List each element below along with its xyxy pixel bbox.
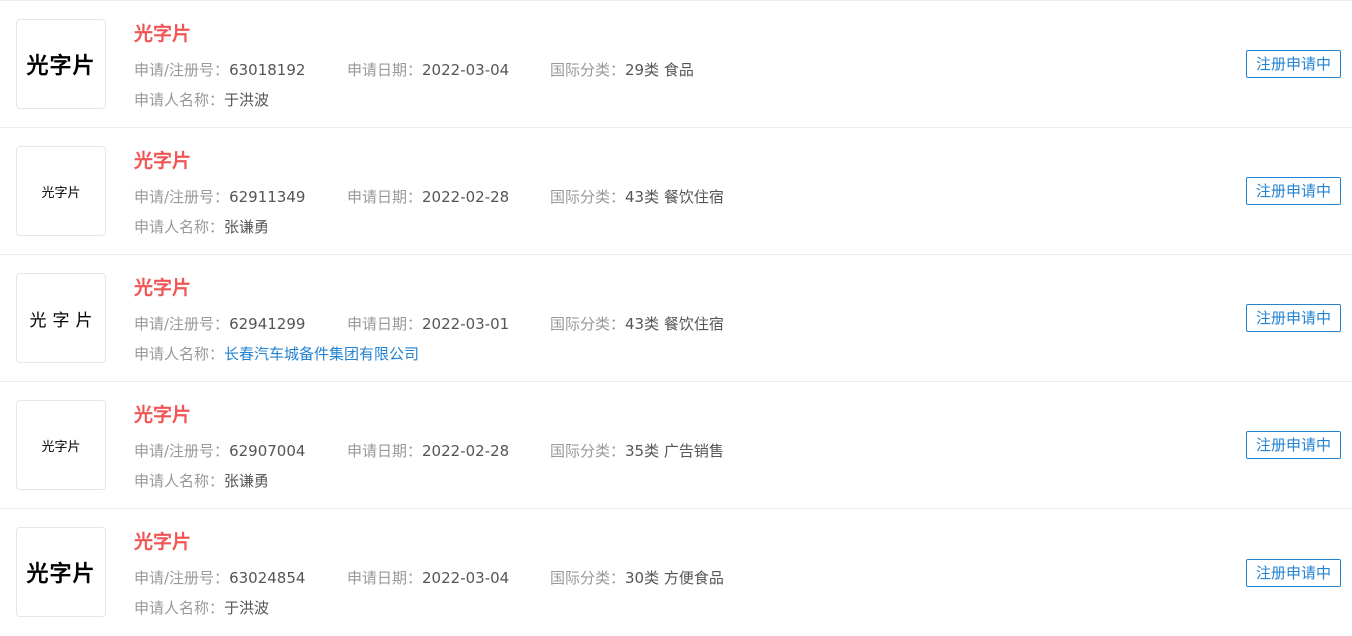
applicant-label: 申请人名称： <box>134 472 225 490</box>
apply-date-field: 申请日期：2022-03-01 <box>347 309 550 339</box>
applicant-value: 张谦勇 <box>224 218 270 236</box>
trademark-name-link[interactable]: 光字片 <box>134 275 1152 301</box>
apply-date-value: 2022-03-04 <box>422 569 510 587</box>
apply-date-value: 2022-02-28 <box>422 188 510 206</box>
intl-class-field: 国际分类：43类 餐饮住宿 <box>550 182 724 212</box>
trademark-row: 光字片 光字片 申请/注册号：62941299 申请日期：2022-03-01 国际… <box>0 255 1352 382</box>
applicant-value: 张谦勇 <box>224 472 270 490</box>
trademark-info: 光字片 申请/注册号：62907004 申请日期：2022-02-28 国际分类：3… <box>134 402 1152 496</box>
intl-class-field: 国际分类：29类 食品 <box>550 55 694 85</box>
apply-date-value: 2022-02-28 <box>422 442 510 460</box>
apply-date-label: 申请日期： <box>347 315 423 333</box>
trademark-row: 光字片 光字片 申请/注册号：63018192 申请日期：2022-03-04 国际… <box>0 1 1352 128</box>
apply-date-value: 2022-03-01 <box>422 315 510 333</box>
reg-no-field: 申请/注册号：62907004 <box>134 436 347 466</box>
status-button-registering[interactable]: 注册申请中 <box>1245 558 1341 587</box>
trademark-row: 光字片 光字片 申请/注册号：63024854 申请日期：2022-03-04 国际… <box>0 509 1352 636</box>
trademark-meta-line: 申请/注册号：62911349 申请日期：2022-02-28 国际分类：43类 餐… <box>134 182 1152 212</box>
applicant-line: 申请人名称：于洪波 <box>134 593 1152 623</box>
apply-date-label: 申请日期： <box>347 188 423 206</box>
intl-class-value: 30类 方便食品 <box>625 569 724 587</box>
applicant-value: 于洪波 <box>224 599 270 617</box>
intl-class-label: 国际分类： <box>550 61 626 79</box>
reg-no-value: 62911349 <box>229 188 306 206</box>
trademark-logo-image[interactable]: 光字片 <box>16 19 106 109</box>
applicant-label: 申请人名称： <box>134 218 225 236</box>
applicant-line: 申请人名称：于洪波 <box>134 85 1152 115</box>
trademark-logo-image[interactable]: 光字片 <box>16 273 106 363</box>
reg-no-value: 62941299 <box>229 315 306 333</box>
apply-date-label: 申请日期： <box>347 61 423 79</box>
intl-class-field: 国际分类：43类 餐饮住宿 <box>550 309 724 339</box>
trademark-meta-line: 申请/注册号：63018192 申请日期：2022-03-04 国际分类：29类 食… <box>134 55 1152 85</box>
status-button-registering[interactable]: 注册申请中 <box>1245 431 1341 459</box>
intl-class-label: 国际分类： <box>550 188 626 206</box>
status-button-registering[interactable]: 注册申请中 <box>1245 50 1341 78</box>
trademark-meta-line: 申请/注册号：62907004 申请日期：2022-02-28 国际分类：35类 广… <box>134 436 1152 466</box>
intl-class-value: 43类 餐饮住宿 <box>625 188 724 206</box>
intl-class-value: 43类 餐饮住宿 <box>625 315 724 333</box>
reg-no-field: 申请/注册号：62941299 <box>134 309 347 339</box>
reg-no-field: 申请/注册号：63024854 <box>134 563 347 593</box>
applicant-value: 于洪波 <box>224 91 270 109</box>
apply-date-label: 申请日期： <box>347 442 423 460</box>
trademark-result-list: 光字片 光字片 申请/注册号：63018192 申请日期：2022-03-04 国际… <box>0 0 1352 626</box>
apply-date-field: 申请日期：2022-02-28 <box>347 436 550 466</box>
intl-class-label: 国际分类： <box>550 315 626 333</box>
trademark-row: 光字片 光字片 申请/注册号：62911349 申请日期：2022-02-28 国际… <box>0 128 1352 255</box>
reg-no-label: 申请/注册号： <box>134 188 230 206</box>
applicant-label: 申请人名称： <box>134 91 225 109</box>
trademark-name-link[interactable]: 光字片 <box>134 529 1152 555</box>
apply-date-field: 申请日期：2022-03-04 <box>347 55 550 85</box>
trademark-name-link[interactable]: 光字片 <box>134 148 1152 174</box>
trademark-info: 光字片 申请/注册号：63024854 申请日期：2022-03-04 国际分类：3… <box>134 529 1152 623</box>
reg-no-value: 63018192 <box>229 61 306 79</box>
applicant-line: 申请人名称：长春汽车城备件集团有限公司 <box>134 339 1152 369</box>
reg-no-field: 申请/注册号：62911349 <box>134 182 347 212</box>
intl-class-value: 35类 广告销售 <box>625 442 724 460</box>
trademark-logo-image[interactable]: 光字片 <box>16 400 106 490</box>
intl-class-label: 国际分类： <box>550 442 626 460</box>
intl-class-field: 国际分类：35类 广告销售 <box>550 436 724 466</box>
trademark-name-link[interactable]: 光字片 <box>134 21 1152 47</box>
applicant-link[interactable]: 长春汽车城备件集团有限公司 <box>224 345 419 363</box>
intl-class-field: 国际分类：30类 方便食品 <box>550 563 724 593</box>
apply-date-label: 申请日期： <box>347 569 423 587</box>
trademark-info: 光字片 申请/注册号：63018192 申请日期：2022-03-04 国际分类：2… <box>134 21 1152 115</box>
reg-no-value: 62907004 <box>229 442 306 460</box>
trademark-row: 光字片 光字片 申请/注册号：62907004 申请日期：2022-02-28 国际… <box>0 382 1352 509</box>
trademark-meta-line: 申请/注册号：63024854 申请日期：2022-03-04 国际分类：30类 方… <box>134 563 1152 593</box>
trademark-name-link[interactable]: 光字片 <box>134 402 1152 428</box>
status-button-registering[interactable]: 注册申请中 <box>1245 177 1341 205</box>
trademark-info: 光字片 申请/注册号：62911349 申请日期：2022-02-28 国际分类：4… <box>134 148 1152 242</box>
trademark-meta-line: 申请/注册号：62941299 申请日期：2022-03-01 国际分类：43类 餐… <box>134 309 1152 339</box>
trademark-logo-image[interactable]: 光字片 <box>16 146 106 236</box>
apply-date-field: 申请日期：2022-03-04 <box>347 563 550 593</box>
apply-date-field: 申请日期：2022-02-28 <box>347 182 550 212</box>
applicant-label: 申请人名称： <box>134 599 225 617</box>
reg-no-label: 申请/注册号： <box>134 442 230 460</box>
reg-no-label: 申请/注册号： <box>134 569 230 587</box>
applicant-label: 申请人名称： <box>134 345 225 363</box>
applicant-line: 申请人名称：张谦勇 <box>134 212 1152 242</box>
reg-no-value: 63024854 <box>229 569 306 587</box>
trademark-logo-image[interactable]: 光字片 <box>16 527 106 617</box>
trademark-info: 光字片 申请/注册号：62941299 申请日期：2022-03-01 国际分类：4… <box>134 275 1152 369</box>
apply-date-value: 2022-03-04 <box>422 61 510 79</box>
applicant-line: 申请人名称：张谦勇 <box>134 466 1152 496</box>
reg-no-label: 申请/注册号： <box>134 315 230 333</box>
reg-no-label: 申请/注册号： <box>134 61 230 79</box>
intl-class-label: 国际分类： <box>550 569 626 587</box>
status-button-registering[interactable]: 注册申请中 <box>1245 304 1341 332</box>
intl-class-value: 29类 食品 <box>625 61 694 79</box>
reg-no-field: 申请/注册号：63018192 <box>134 55 347 85</box>
